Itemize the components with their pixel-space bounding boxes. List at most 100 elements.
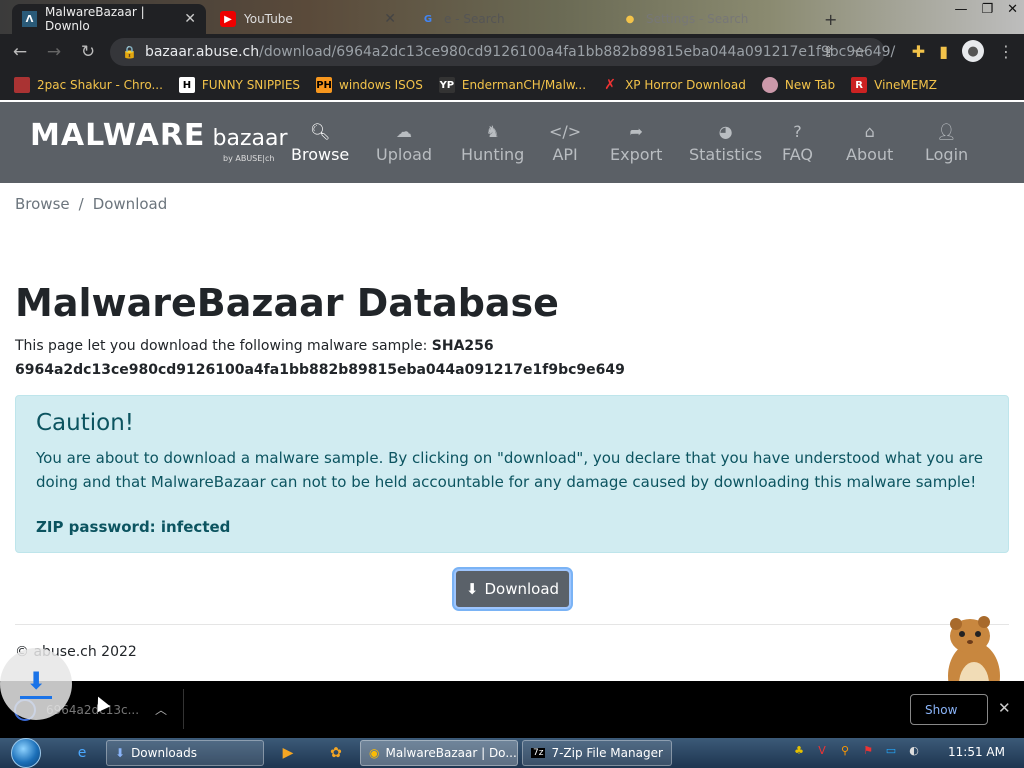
- show-all-button[interactable]: Show: [910, 694, 988, 725]
- url-host: bazaar.abuse.ch: [144, 44, 260, 60]
- tab-malwarebazaar[interactable]: Λ MalwareBazaar | Downlo ✕: [12, 4, 206, 34]
- downloads-bar: 6964a2dc13c... ︿ Show ✕: [0, 681, 1024, 738]
- logo-main-text: MALWARE: [30, 118, 206, 153]
- bookmark-2pac[interactable]: 2pac Shakur - Chro...: [14, 77, 163, 93]
- nav-export[interactable]: ➦ Export: [610, 122, 662, 164]
- nav-hunting[interactable]: ♞ Hunting: [461, 122, 524, 164]
- nav-label: Export: [610, 145, 663, 164]
- youtube-icon: ▶: [220, 11, 236, 27]
- nav-login[interactable]: 👤︎ Login: [925, 122, 968, 164]
- system-tray: ♣ V ⚲ ⚑ ▭ ◐: [792, 744, 921, 758]
- task-label: MalwareBazaar | Do...: [385, 746, 517, 760]
- tab-title: MalwareBazaar | Downlo: [45, 5, 145, 33]
- tray-search-icon[interactable]: ⚲: [838, 744, 852, 758]
- page-description: This page let you download the following…: [15, 334, 1005, 382]
- tab-search[interactable]: G e - Search: [410, 4, 606, 34]
- tab-youtube[interactable]: ▶ YouTube ✕: [210, 4, 406, 34]
- logo-by-text: by ABUSE|ch: [223, 154, 275, 163]
- nav-label: Login: [925, 145, 969, 164]
- pie-chart-icon: ◕: [718, 122, 733, 141]
- task-chrome-malwarebazaar[interactable]: ◉ MalwareBazaar | Do...: [360, 740, 518, 766]
- forward-arrow-icon[interactable]: →: [40, 38, 68, 66]
- close-tab-icon[interactable]: ✕: [184, 11, 196, 27]
- h-favicon-icon: H: [178, 77, 195, 93]
- alert-title: Caution!: [36, 410, 135, 436]
- chevron-up-icon[interactable]: ︿: [155, 701, 167, 718]
- new-tab-button[interactable]: +: [814, 4, 844, 34]
- minimize-icon[interactable]: —: [954, 2, 967, 17]
- media-player-icon[interactable]: ▶: [278, 743, 298, 763]
- tray-app-icon[interactable]: ♣: [792, 744, 806, 758]
- 2pac-favicon-icon: [14, 77, 30, 93]
- bookmark-label: 2pac Shakur - Chro...: [37, 78, 163, 92]
- menu-kebab-icon[interactable]: ⋮: [998, 42, 1014, 61]
- address-bar[interactable]: 🔒 bazaar.abuse.ch/download/6964a2dc13ce9…: [110, 38, 895, 66]
- profile-avatar-icon[interactable]: ●: [962, 40, 984, 62]
- breadcrumb-browse[interactable]: Browse: [15, 195, 70, 213]
- extensions-puzzle-icon[interactable]: ✚: [912, 42, 925, 61]
- malwarebazaar-favicon-icon: Λ: [22, 11, 38, 27]
- nav-label: Upload: [376, 145, 433, 164]
- start-button[interactable]: [6, 738, 46, 768]
- browser-toolbar: ← → ↻ 🔒 bazaar.abuse.ch/download/6964a2d…: [0, 34, 1024, 70]
- 7zip-icon: 7z: [531, 748, 546, 758]
- bookmark-label: EndermanCH/Malw...: [461, 78, 587, 92]
- task-label: 7-Zip File Manager: [551, 746, 663, 760]
- nav-label: About: [846, 145, 894, 164]
- tray-v-icon[interactable]: V: [815, 744, 829, 758]
- tray-network-icon[interactable]: ▭: [884, 744, 898, 758]
- logo-sub-text: bazaar: [212, 126, 288, 151]
- breadcrumb: Browse / Download: [15, 195, 168, 213]
- task-downloads[interactable]: ⬇ Downloads: [106, 740, 264, 766]
- app-icon[interactable]: ✿: [326, 743, 346, 763]
- nav-about[interactable]: ⌂ About: [846, 122, 893, 164]
- bookmark-vinememz[interactable]: R VineMEMZ: [851, 77, 937, 93]
- share-icon[interactable]: ⇪: [822, 43, 835, 61]
- chrome-icon: ◉: [369, 746, 380, 760]
- description-text: This page let you download the following…: [15, 338, 432, 354]
- folder-download-icon: ⬇: [115, 746, 126, 760]
- restore-icon[interactable]: ❐: [981, 2, 993, 17]
- close-window-icon[interactable]: ✕: [1007, 2, 1018, 17]
- bookmark-star-icon[interactable]: ☆: [853, 43, 866, 61]
- close-tab-icon[interactable]: ✕: [384, 11, 396, 27]
- download-button[interactable]: ⬇ Download: [454, 569, 571, 609]
- bookmark-funny-snippies[interactable]: H FUNNY SNIPPIES: [178, 77, 300, 93]
- nav-statistics[interactable]: ◕ Statistics: [689, 122, 762, 164]
- window-controls: — ❐ ✕: [954, 2, 1018, 17]
- x-favicon-icon: ✗: [604, 77, 616, 93]
- bookmark-xp-horror[interactable]: ✗ XP Horror Download: [602, 77, 746, 93]
- tab-title: Settings - Search: [646, 12, 749, 26]
- bookmark-windows-isos[interactable]: PH windows ISOS: [316, 77, 423, 93]
- bookmark-label: VineMEMZ: [874, 78, 937, 92]
- breadcrumb-download: Download: [92, 195, 168, 213]
- windows-taskbar: e ⬇ Downloads ▶ ✿ ◉ MalwareBazaar | Do..…: [0, 738, 1024, 768]
- nav-upload[interactable]: ☁ Upload: [376, 122, 432, 164]
- side-panel-icon[interactable]: ▮: [939, 42, 948, 61]
- internet-explorer-icon[interactable]: e: [72, 743, 92, 763]
- task-7zip[interactable]: 7z 7-Zip File Manager: [522, 740, 672, 766]
- search-icon: 🔍︎: [309, 122, 331, 141]
- reload-icon[interactable]: ↻: [74, 38, 102, 66]
- download-arrow-icon: ⬇: [25, 666, 47, 695]
- close-downloads-icon[interactable]: ✕: [998, 699, 1011, 717]
- back-arrow-icon[interactable]: ←: [6, 38, 34, 66]
- code-icon: </>: [549, 122, 582, 141]
- zip-password: ZIP password: infected: [36, 518, 231, 536]
- page-title: MalwareBazaar Database: [15, 281, 559, 325]
- tray-flag-icon[interactable]: ⚑: [861, 744, 875, 758]
- nav-label: FAQ: [782, 145, 813, 164]
- bookmark-label: New Tab: [784, 78, 836, 92]
- lock-icon: 🔒: [122, 45, 137, 59]
- malwarebazaar-logo[interactable]: MALWARE bazaar by ABUSE|ch: [30, 118, 288, 163]
- nav-api[interactable]: </> API: [549, 122, 581, 164]
- nav-faq[interactable]: ? FAQ: [782, 122, 813, 164]
- tab-settings[interactable]: ● Settings - Search: [612, 4, 808, 34]
- taskbar-clock[interactable]: 11:51 AM: [948, 745, 1005, 759]
- bookmark-new-tab[interactable]: New Tab: [761, 77, 836, 93]
- nav-browse[interactable]: 🔍︎ Browse: [291, 122, 349, 164]
- tray-volume-icon[interactable]: ◐: [907, 744, 921, 758]
- bookmark-endermanch[interactable]: YP EndermanCH/Malw...: [438, 77, 587, 93]
- bookmark-label: windows ISOS: [339, 78, 423, 92]
- bookmarks-bar: 2pac Shakur - Chro... H FUNNY SNIPPIES P…: [0, 70, 1024, 100]
